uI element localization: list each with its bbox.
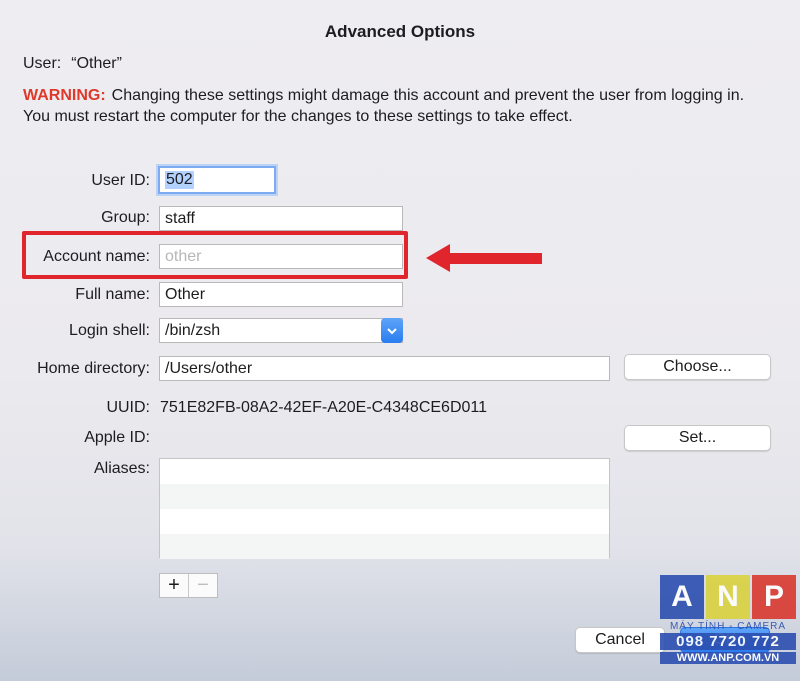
list-item[interactable]: [160, 459, 609, 484]
group-value: staff: [165, 209, 195, 227]
uuid-label: UUID:: [106, 399, 150, 416]
watermark-url: WWW.ANP.COM.VN: [660, 652, 796, 664]
warning-message: WARNING: Changing these settings might da…: [23, 86, 763, 127]
user-id-label: User ID:: [91, 172, 150, 189]
apple-id-label: Apple ID:: [84, 429, 150, 446]
user-label: User:: [23, 55, 62, 72]
aliases-add-remove-control: + −: [159, 573, 218, 598]
home-directory-label: Home directory:: [37, 360, 150, 377]
chevron-down-icon[interactable]: [381, 318, 403, 343]
add-alias-button[interactable]: +: [160, 574, 188, 597]
account-name-label: Account name:: [43, 248, 150, 265]
account-name-field[interactable]: other: [159, 244, 403, 269]
user-id-field[interactable]: 502: [158, 166, 276, 194]
list-item[interactable]: [160, 534, 609, 559]
logo-letter-a: A: [660, 575, 704, 619]
full-name-field[interactable]: Other: [159, 282, 403, 307]
home-directory-field[interactable]: /Users/other: [159, 356, 610, 381]
anp-logo: A N P: [660, 575, 796, 619]
login-shell-value: /bin/zsh: [165, 321, 221, 339]
warning-text: Changing these settings might damage thi…: [23, 87, 745, 125]
full-name-value: Other: [165, 285, 206, 303]
cancel-button[interactable]: Cancel: [575, 627, 665, 653]
home-directory-value: /Users/other: [165, 359, 253, 377]
red-arrow-annotation: [426, 244, 542, 272]
set-apple-id-button[interactable]: Set...: [624, 425, 771, 451]
logo-letter-p: P: [752, 575, 796, 619]
anp-watermark: A N P MÁY TÍNH - CAMERA 098 7720 772 WWW…: [660, 575, 796, 679]
aliases-list[interactable]: [159, 458, 610, 559]
choose-button[interactable]: Choose...: [624, 354, 771, 380]
logo-letter-n: N: [706, 575, 750, 619]
watermark-phone: 098 7720 772: [660, 633, 796, 650]
login-shell-select[interactable]: /bin/zsh: [159, 318, 403, 343]
login-shell-label: Login shell:: [69, 322, 150, 339]
list-item[interactable]: [160, 509, 609, 534]
watermark-tagline: MÁY TÍNH - CAMERA: [669, 621, 787, 632]
user-line: User: “Other”: [23, 55, 122, 73]
group-label: Group:: [101, 209, 150, 226]
remove-alias-button[interactable]: −: [188, 574, 217, 597]
list-item[interactable]: [160, 484, 609, 509]
dialog-title: Advanced Options: [324, 22, 476, 41]
uuid-value: 751E82FB-08A2-42EF-A20E-C4348CE6D011: [160, 399, 488, 416]
group-field[interactable]: staff: [159, 206, 403, 231]
full-name-label: Full name:: [75, 286, 150, 303]
aliases-label: Aliases:: [93, 460, 150, 477]
user-value: “Other”: [71, 55, 122, 72]
account-name-placeholder: other: [165, 247, 202, 265]
user-id-value: 502: [165, 171, 194, 189]
warning-label: WARNING:: [23, 87, 106, 104]
